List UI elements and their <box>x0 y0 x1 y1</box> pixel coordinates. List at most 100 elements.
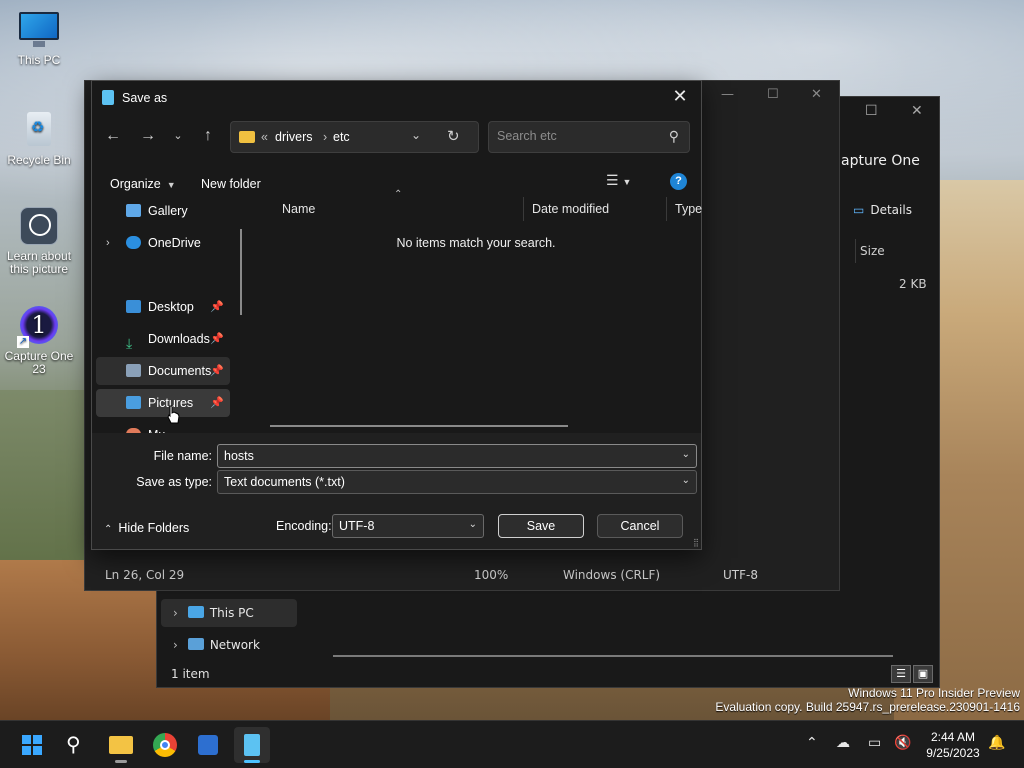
close-icon[interactable]: ✕ <box>911 103 923 119</box>
forward-button[interactable]: → <box>135 123 161 149</box>
view-toggle[interactable]: ☰ ▣ <box>889 665 933 683</box>
search-input[interactable] <box>497 129 657 143</box>
taskbar-chrome[interactable] <box>147 727 183 763</box>
cancel-button[interactable]: Cancel <box>597 514 683 538</box>
network-tray-icon[interactable]: ▭ <box>868 735 881 751</box>
chevron-right-icon[interactable]: › <box>106 229 110 257</box>
search-button[interactable]: ⚲ <box>58 727 94 763</box>
breadcrumb-etc[interactable]: etc <box>333 130 350 144</box>
refresh-icon[interactable]: ↻ <box>447 127 460 145</box>
chevron-down-icon[interactable]: ⌄ <box>682 449 690 460</box>
chevron-down-icon[interactable]: ⌄ <box>682 475 690 486</box>
details-view-icon[interactable]: ☰ <box>891 665 911 683</box>
horizontal-scrollbar[interactable] <box>270 425 568 427</box>
up-button[interactable]: ↑ <box>195 123 221 149</box>
breadcrumb-separator[interactable]: › <box>323 130 327 144</box>
explorer-nav-network[interactable]: › Network <box>161 631 297 659</box>
resize-grip-icon[interactable]: ⣿ <box>693 538 699 547</box>
search-icon: ⚲ <box>66 732 81 756</box>
organize-label: Organize <box>110 177 161 191</box>
taskbar-file-explorer[interactable] <box>103 727 139 763</box>
column-header-name[interactable]: Name <box>274 197 524 221</box>
explorer-nav-this-pc[interactable]: › This PC <box>161 599 297 627</box>
organize-button[interactable]: Organize ▼ <box>110 173 176 195</box>
clock[interactable]: 2:44 AM 9/25/2023 <box>918 729 988 761</box>
save-button[interactable]: Save <box>498 514 584 538</box>
recent-locations-button[interactable]: ⌄ <box>165 123 191 149</box>
details-pane-icon: ▭ <box>853 203 865 217</box>
nav-item-onedrive[interactable]: › OneDrive <box>96 229 230 257</box>
onedrive-tray-icon[interactable]: ☁ <box>836 735 850 751</box>
volume-muted-icon[interactable]: 🔇 <box>894 735 911 751</box>
desktop-icon-label: Capture One 23 <box>4 349 74 376</box>
running-indicator <box>115 760 127 763</box>
chevron-right-icon[interactable]: › <box>173 606 178 620</box>
desktop-icon-learn-about-picture[interactable]: Learn about this picture <box>0 206 78 276</box>
close-icon[interactable]: ✕ <box>811 87 822 102</box>
search-box[interactable]: ⚲ <box>488 121 690 153</box>
breadcrumb-drivers[interactable]: drivers <box>275 130 313 144</box>
desktop-icon-this-pc[interactable]: This PC <box>0 10 78 67</box>
chevron-up-icon[interactable]: ⌃ <box>806 735 818 751</box>
pin-icon[interactable]: 📌 <box>210 325 224 353</box>
start-button[interactable] <box>14 727 50 763</box>
chevron-down-icon[interactable]: ⌄ <box>411 128 421 142</box>
notification-bell-icon[interactable]: 🔔 <box>988 735 1005 751</box>
chevron-right-icon[interactable]: › <box>173 638 178 652</box>
nav-item-documents[interactable]: Documents 📌 <box>96 357 230 385</box>
column-headers: ⌃ Name Date modified Type <box>250 189 702 223</box>
navigation-pane[interactable]: Gallery › OneDrive Desktop 📌 ⤓ Downloads 📌 … <box>92 197 242 433</box>
pin-icon[interactable]: 📌 <box>210 293 224 321</box>
taskbar-notepad[interactable] <box>234 727 270 763</box>
new-folder-button[interactable]: New folder <box>201 173 261 195</box>
nav-item-music[interactable]: Mu <box>96 421 230 433</box>
file-name-field[interactable]: hosts ⌄ <box>217 444 697 468</box>
nav-item-downloads[interactable]: ⤓ Downloads 📌 <box>96 325 230 353</box>
nav-item-label: OneDrive <box>148 236 201 250</box>
hide-folders-button[interactable]: ⌃ Hide Folders <box>104 521 189 535</box>
desktop-icon-recycle-bin[interactable]: ♻ Recycle Bin <box>0 110 78 167</box>
save-as-dialog[interactable]: Save as ✕ ← → ⌄ ↑ « drivers › etc ⌄ ↻ ⚲ … <box>91 80 702 550</box>
watermark-line-1: Windows 11 Pro Insider Preview <box>848 686 1020 700</box>
nav-item-gallery[interactable]: Gallery <box>96 197 230 225</box>
nav-label: Network <box>209 638 260 652</box>
explorer-heading: apture One <box>841 153 920 169</box>
save-as-type-select[interactable]: Text documents (*.txt) ⌄ <box>217 470 697 494</box>
notepad-icon <box>244 734 260 756</box>
nav-item-pictures[interactable]: Pictures 📌 <box>96 389 230 417</box>
column-header-size[interactable]: Size <box>855 239 935 263</box>
recycle-bin-icon: ♻ <box>17 110 61 150</box>
desktop-icon-label: Recycle Bin <box>7 153 71 167</box>
encoding-select[interactable]: UTF-8 ⌄ <box>332 514 484 538</box>
help-icon[interactable]: ? <box>670 173 687 190</box>
shortcut-arrow-icon: ↗ <box>17 336 29 348</box>
column-header-type[interactable]: Type <box>666 197 702 221</box>
horizontal-scrollbar[interactable] <box>333 655 893 657</box>
search-icon[interactable]: ⚲ <box>669 128 679 145</box>
breadcrumb-overflow[interactable]: « <box>261 130 268 144</box>
nav-item-desktop[interactable]: Desktop 📌 <box>96 293 230 321</box>
back-button[interactable]: ← <box>100 123 126 149</box>
desktop-icon-label: This PC <box>17 53 61 67</box>
column-header-date-modified[interactable]: Date modified <box>523 197 667 221</box>
item-count: 1 item <box>171 667 210 681</box>
tiles-view-icon[interactable]: ▣ <box>913 665 933 683</box>
watermark-line-2: Evaluation copy. Build 25947.rs_prerelea… <box>715 700 1020 714</box>
close-icon[interactable]: ✕ <box>665 83 695 109</box>
maximize-icon[interactable]: ☐ <box>767 87 779 102</box>
active-indicator <box>244 760 260 763</box>
pin-icon[interactable]: 📌 <box>210 389 224 417</box>
minimize-icon[interactable]: — <box>721 87 734 102</box>
taskbar-store[interactable] <box>190 727 226 763</box>
file-name-value[interactable]: hosts <box>224 449 254 463</box>
chevron-down-icon[interactable]: ⌄ <box>469 519 477 530</box>
chrome-center <box>160 740 170 750</box>
desktop-icon-capture-one[interactable]: 1 ↗ Capture One 23 <box>0 306 78 376</box>
file-encoding: UTF-8 <box>723 568 758 582</box>
view-options-button[interactable]: ☰ ▼ <box>606 172 631 189</box>
details-button[interactable]: ▭ Details <box>853 203 912 217</box>
nav-scrollbar[interactable] <box>240 229 242 315</box>
address-bar[interactable]: « drivers › etc ⌄ ↻ <box>230 121 479 153</box>
maximize-icon[interactable]: ☐ <box>865 103 878 119</box>
pin-icon[interactable]: 📌 <box>210 357 224 385</box>
